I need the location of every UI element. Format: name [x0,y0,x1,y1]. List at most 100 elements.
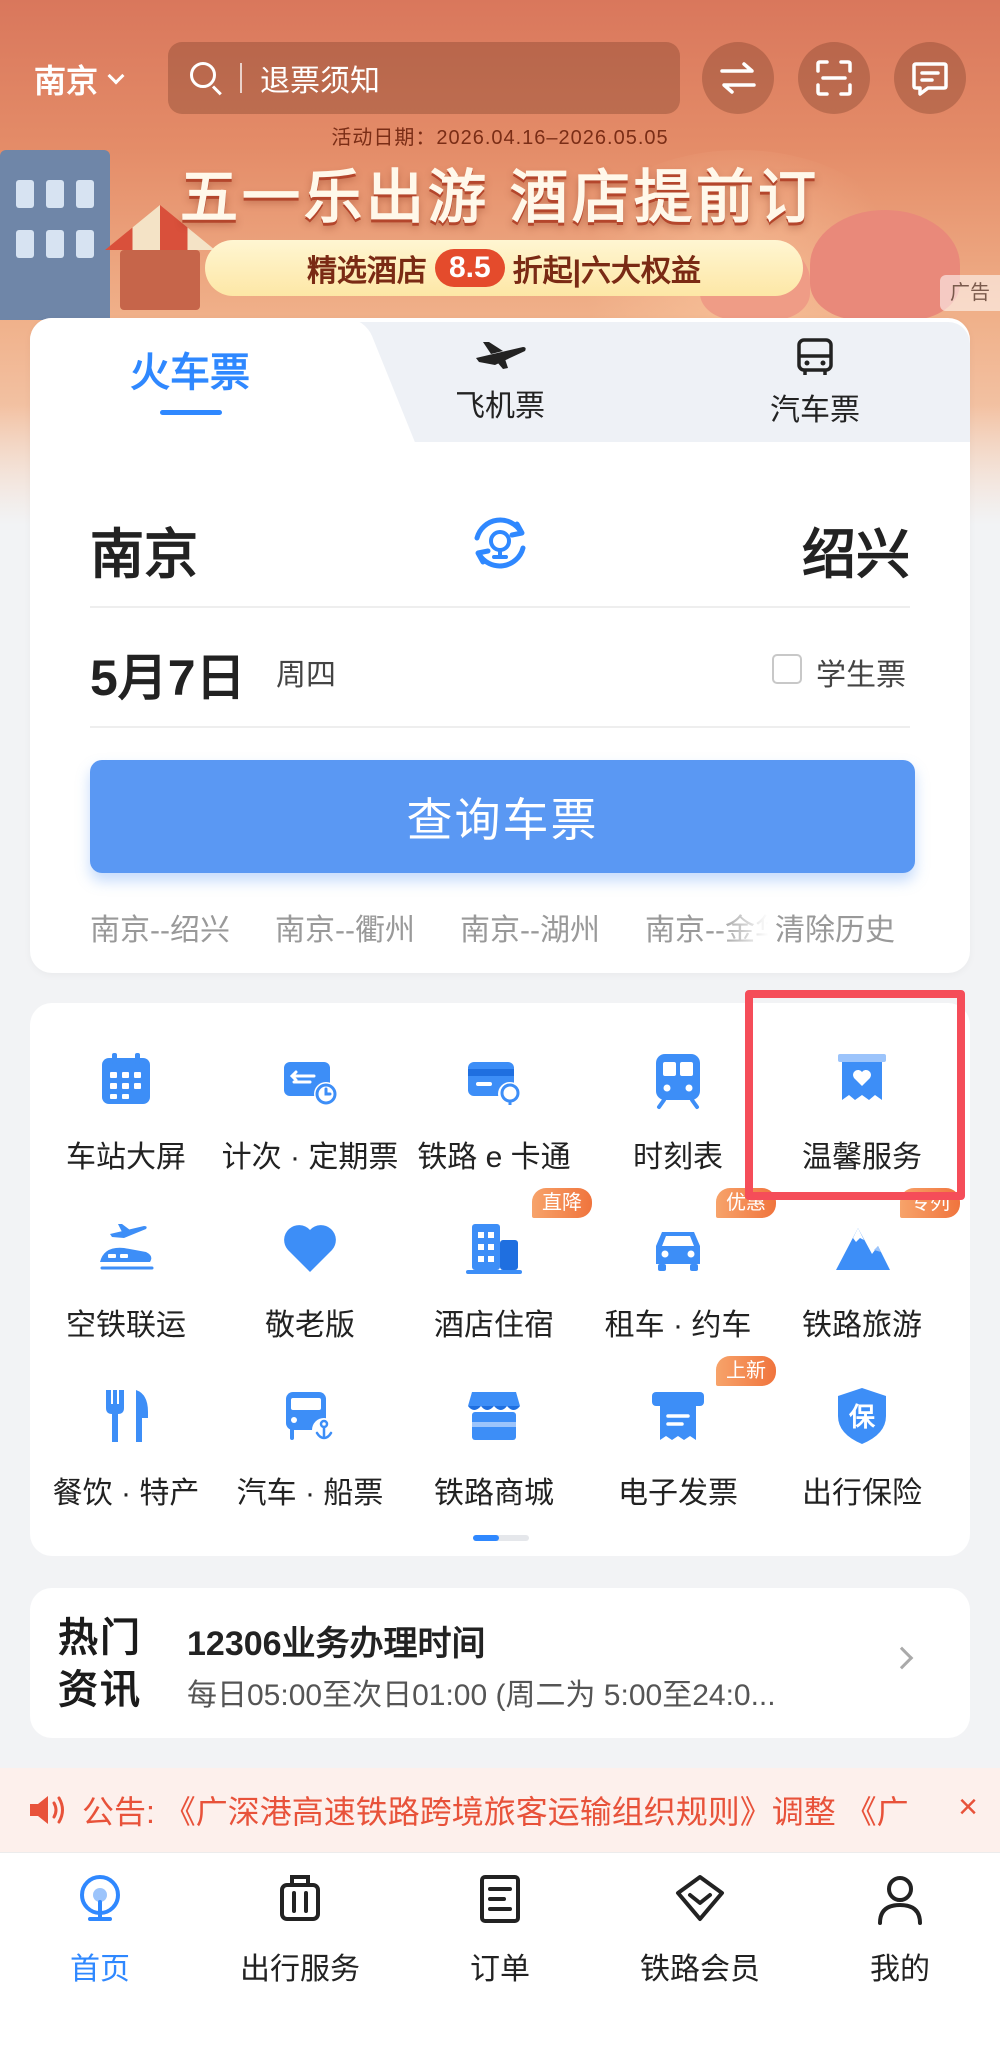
promo-tag: 上新 [716,1356,776,1386]
nav-travel-services[interactable]: 出行服务 [200,1871,400,1988]
nav-home[interactable]: 首页 [0,1871,200,1988]
news-title: 12306业务办理时间 [187,1625,486,1663]
service-bus-ship[interactable]: 汽车 · 船票 [218,1386,402,1526]
service-label: 时刻表 [633,1141,723,1174]
hotel-icon [466,1224,522,1274]
search-history: 南京--绍兴 南京--衢州 南京--湖州 南京--金华 清除历史 [90,905,910,945]
tab-bus-label: 汽车票 [770,394,860,427]
dining-icon [106,1390,148,1442]
service-label: 计次 · 定期票 [221,1141,399,1174]
service-car-rental[interactable]: 优惠 租车 · 约车 [586,1188,776,1358]
hot-news-card[interactable]: 热门 资讯 12306业务办理时间 每日05:00至次日01:00 (周二为 5… [30,1588,970,1738]
service-elder-mode[interactable]: 敬老版 [218,1218,402,1358]
history-item[interactable]: 南京--金华 [645,905,775,945]
insurance-badge-text: 保 [848,1403,876,1433]
car-icon [656,1232,700,1271]
departure-weekday: 周四 [276,659,336,692]
announcement-text: 公告: 《广深港高速铁路跨境旅客运输组织规则》调整 《广 [82,1794,909,1830]
service-hotel[interactable]: 直降 酒店住宿 [402,1188,592,1358]
service-label: 汽车 · 船票 [236,1477,384,1510]
page-indicator [473,1535,529,1541]
heart-icon [284,1225,336,1272]
banner-pill-prefix: 精选酒店 [306,255,427,288]
history-item[interactable]: 南京--绍兴 [90,905,275,945]
swap-arrows-icon [720,62,756,94]
service-label: 空铁联运 [66,1309,186,1342]
hot-news-badge-line1: 热门 [58,1614,142,1661]
mountain-icon [836,1228,890,1270]
service-label: 铁路旅游 [802,1309,922,1342]
service-label: 电子发票 [618,1477,738,1510]
service-station-screen[interactable]: 车站大屏 [34,1050,218,1190]
student-ticket-checkbox[interactable] [772,654,802,684]
student-ticket-label[interactable]: 学生票 [816,650,906,694]
luggage-icon [280,1875,320,1921]
clear-history-button[interactable]: 清除历史 [775,905,895,945]
banner-date: 活动日期：2026.04.16–2026.05.05 [331,127,669,149]
scan-button[interactable] [798,42,870,114]
history-item[interactable]: 南京--湖州 [460,905,645,945]
nav-label: 我的 [870,1953,930,1986]
user-icon [878,1876,922,1925]
nav-orders[interactable]: 订单 [400,1871,600,1988]
tab-train[interactable]: 火车票 [60,340,320,398]
order-icon [480,1875,520,1923]
divider [90,606,910,608]
ad-label: 广告 [940,275,1000,311]
page-indicator-active [473,1535,499,1541]
hot-news-badge: 热门 资讯 [58,1612,153,1716]
search-divider [240,63,242,93]
service-rail-mall[interactable]: 铁路商城 [402,1386,586,1526]
tab-underline [160,410,222,415]
timetable-icon [656,1054,700,1109]
home-icon [80,1875,120,1921]
departure-station[interactable]: 南京 [90,510,198,589]
transfer-button[interactable] [702,42,774,114]
departure-date[interactable]: 5月7日 [90,638,246,710]
service-label: 敬老版 [265,1309,355,1342]
tab-plane[interactable]: 飞机票 [430,338,570,425]
announcement-bar[interactable]: 公告: 《广深港高速铁路跨境旅客运输组织规则》调整 《广 × [0,1768,1000,1852]
service-label: 车站大屏 [66,1141,186,1174]
service-ecard[interactable]: 铁路 e 卡通 [402,1050,586,1190]
close-icon[interactable]: × [958,1788,978,1827]
store-icon [468,1392,520,1440]
service-ticket-pass[interactable]: 计次 · 定期票 [218,1050,402,1190]
bus-icon [797,338,833,375]
service-timetable[interactable]: 时刻表 [586,1050,770,1190]
bottom-navigation: 首页 出行服务 订单 铁路会员 我的 [0,1852,1000,2060]
chevron-down-icon [107,67,125,85]
search-bar[interactable]: 退票须知 [168,42,680,114]
service-travel-insurance[interactable]: 保 出行保险 [770,1386,954,1526]
service-e-invoice[interactable]: 上新 电子发票 [586,1356,776,1526]
invoice-icon [652,1392,704,1440]
service-air-rail[interactable]: 空铁联运 [34,1218,218,1358]
diamond-icon [676,1875,724,1921]
service-rail-tourism[interactable]: 专列 铁路旅游 [770,1188,960,1358]
service-label: 铁路 e 卡通 [417,1141,571,1174]
scan-icon [816,60,852,96]
divider [90,726,910,728]
search-icon [188,60,224,96]
history-item[interactable]: 南京--衢州 [275,905,460,945]
arrival-station[interactable]: 绍兴 [802,510,910,589]
swap-stations-icon[interactable] [467,510,533,576]
message-button[interactable] [894,42,966,114]
city-selector[interactable]: 南京 [34,56,125,102]
service-label: 酒店住宿 [434,1309,554,1342]
nav-rail-member[interactable]: 铁路会员 [600,1871,800,1988]
query-tickets-button[interactable]: 查询车票 [90,760,915,873]
station-screen-icon [102,1053,150,1104]
tab-bus[interactable]: 汽车票 [745,338,885,429]
service-label: 租车 · 约车 [604,1309,752,1342]
nav-label: 铁路会员 [640,1953,760,1986]
ticket-pass-icon [284,1062,338,1106]
tab-plane-label: 飞机票 [455,390,545,423]
airplane-icon [476,342,526,369]
service-dining[interactable]: 餐饮 · 特产 [34,1386,218,1526]
news-subtitle: 每日05:00至次日01:00 (周二为 5:00至24:0... [187,1679,776,1712]
nav-label: 订单 [470,1953,530,1986]
search-placeholder: 退票须知 [260,65,380,98]
nav-profile[interactable]: 我的 [800,1871,1000,1988]
promo-tag: 直降 [532,1188,592,1218]
